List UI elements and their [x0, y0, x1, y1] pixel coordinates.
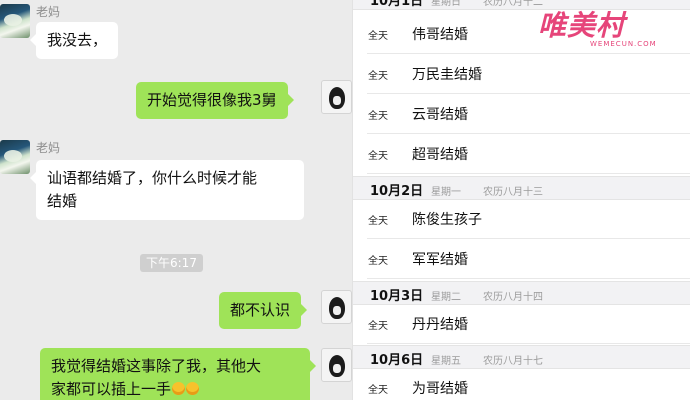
- date-label: 10月6日: [370, 353, 424, 368]
- date-label: 10月2日: [370, 184, 424, 199]
- weekday-label: 星期二: [431, 292, 461, 303]
- lunar-date-label: 农历八月十四: [483, 292, 543, 303]
- event-title: 军军结婚: [412, 252, 468, 268]
- sender-name: 老妈: [36, 141, 61, 155]
- event-row[interactable]: 全天 军军结婚: [353, 239, 690, 279]
- allday-label: 全天: [368, 31, 388, 42]
- allday-label: 全天: [368, 321, 388, 332]
- date-label: 10月1日: [370, 0, 424, 9]
- my-avatar[interactable]: [321, 290, 352, 324]
- watermark-text: 唯美村: [538, 9, 626, 42]
- message-bubble-incoming[interactable]: 我没去，: [29, 22, 119, 59]
- message-bubble-incoming[interactable]: 讪语都结婚了，你什么时候才能 结婚: [30, 160, 304, 220]
- event-title: 超哥结婚: [412, 147, 468, 163]
- weekday-label: 星期一: [431, 187, 461, 198]
- event-row[interactable]: 全天 云哥结婚: [353, 94, 690, 134]
- event-title: 陈俊生孩子: [412, 212, 482, 228]
- chat-panel: 老妈 我没去， 开始觉得很像我3舅 老妈 讪语都结婚了，你什么时候才能 结婚 下…: [0, 0, 352, 400]
- allday-label: 全天: [368, 71, 388, 82]
- crying-laughing-emoji-icon: [186, 382, 200, 395]
- my-avatar[interactable]: [321, 80, 352, 114]
- event-row[interactable]: 全天 超哥结婚: [353, 134, 690, 174]
- date-header: 10月3日 星期二 农历八月十四: [353, 281, 690, 305]
- sender-name: 老妈: [36, 5, 61, 19]
- watermark-subtext: WEMECUN.COM: [590, 40, 657, 48]
- event-title: 云哥结婚: [412, 107, 468, 123]
- calendar-list: 10月1日 星期日 农历八月十二 全天 伟哥结婚 全天 万民圭结婚 全天 云哥结…: [352, 0, 690, 400]
- mom-avatar[interactable]: [0, 140, 30, 174]
- event-row[interactable]: 全天 为哥结婚: [353, 368, 690, 400]
- mom-avatar[interactable]: [0, 4, 30, 38]
- message-bubble-outgoing[interactable]: 都不认识: [219, 292, 308, 329]
- event-row[interactable]: 全天 万民圭结婚: [353, 54, 690, 94]
- date-header: 10月6日 星期五 农历八月十七: [353, 345, 690, 369]
- person-icon: [329, 87, 345, 109]
- allday-label: 全天: [368, 385, 388, 396]
- message-line: 我觉得结婚这事除了我，其他大: [51, 357, 262, 375]
- allday-label: 全天: [368, 151, 388, 162]
- lunar-date-label: 农历八月十三: [483, 187, 543, 198]
- watermark-logo: 唯美村 WEMECUN.COM: [530, 2, 690, 58]
- chat-timestamp: 下午6:17: [140, 254, 203, 272]
- event-title: 为哥结婚: [412, 381, 468, 397]
- allday-label: 全天: [368, 216, 388, 227]
- allday-label: 全天: [368, 111, 388, 122]
- date-header: 10月2日 星期一 农历八月十三: [353, 176, 690, 200]
- crying-laughing-emoji-icon: [172, 382, 186, 395]
- message-line-text: 家都可以插上一手: [51, 380, 172, 398]
- event-row[interactable]: 全天 丹丹结婚: [353, 304, 690, 344]
- message-bubble-outgoing[interactable]: 开始觉得很像我3舅: [136, 82, 294, 119]
- message-line: 讪语都结婚了，你什么时候才能: [47, 169, 258, 187]
- event-title: 丹丹结婚: [412, 317, 468, 333]
- lunar-date-label: 农历八月十七: [483, 356, 543, 367]
- message-line: 家都可以插上一手: [51, 378, 299, 400]
- person-icon: [329, 297, 345, 319]
- weekday-label: 星期五: [431, 356, 461, 367]
- event-title: 万民圭结婚: [412, 67, 482, 83]
- event-title: 伟哥结婚: [412, 27, 468, 43]
- weekday-label: 星期日: [431, 0, 461, 8]
- my-avatar[interactable]: [321, 348, 352, 382]
- event-row[interactable]: 全天 陈俊生孩子: [353, 199, 690, 239]
- allday-label: 全天: [368, 256, 388, 267]
- message-bubble-outgoing[interactable]: 我觉得结婚这事除了我，其他大 家都可以插上一手: [40, 348, 316, 400]
- message-line: 结婚: [47, 192, 78, 210]
- person-icon: [329, 355, 345, 377]
- date-label: 10月3日: [370, 289, 424, 304]
